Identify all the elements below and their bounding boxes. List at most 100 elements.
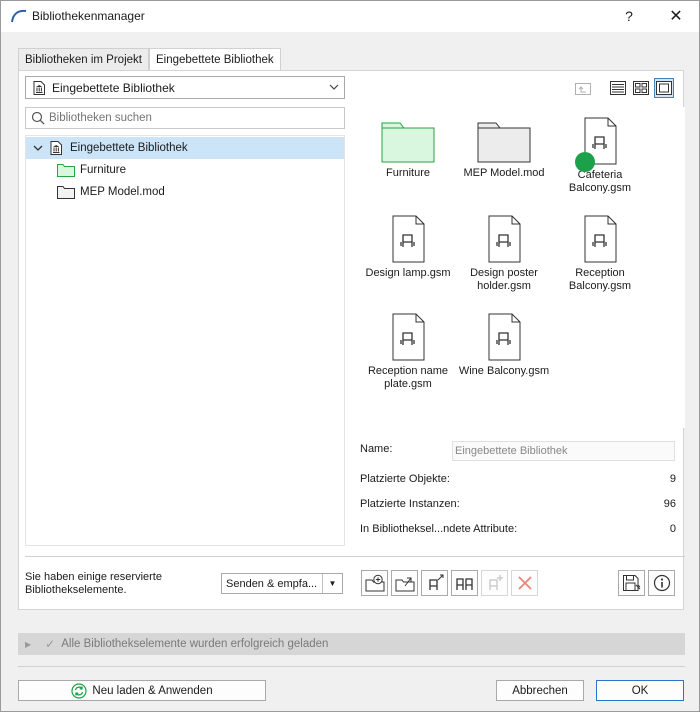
tree-item-embedded-library[interactable]: Eingebettete Bibliothek xyxy=(26,137,344,159)
info-row-placed-instances: Platzierte Instanzen: 96 xyxy=(360,498,680,514)
gsm-file-icon xyxy=(584,215,617,263)
placed-objects-label: Platzierte Objekte: xyxy=(360,473,450,485)
library-building-icon xyxy=(33,80,45,95)
gsm-file-icon xyxy=(488,215,521,263)
library-search-input[interactable] xyxy=(49,112,329,124)
tree-item-furniture[interactable]: Furniture xyxy=(26,159,344,181)
name-field: Eingebettete Bibliothek xyxy=(452,441,675,461)
info-row-attributes: In Bibliotheksel...ndete Attribute: 0 xyxy=(360,523,680,539)
placed-instances-value: 96 xyxy=(663,498,676,510)
reload-apply-button[interactable]: Neu laden & Anwenden xyxy=(18,680,266,701)
archicad-logo-icon xyxy=(11,9,27,23)
status-text: Alle Bibliothekselemente wurden erfolgre… xyxy=(61,638,329,650)
grid-item-reception-balcony[interactable]: Reception Balcony.gsm xyxy=(552,215,648,293)
tab-bar: Bibliotheken im Projekt Eingebettete Bib… xyxy=(18,48,281,71)
tree-item-label: MEP Model.mod xyxy=(80,186,165,198)
grid-item-mep-model[interactable]: MEP Model.mod xyxy=(456,119,552,180)
gsm-file-icon xyxy=(392,215,425,263)
title-bar: Bibliothekenmanager ? ✕ xyxy=(1,1,699,32)
delete-x-icon xyxy=(517,576,532,590)
small-icons-view-button[interactable] xyxy=(631,78,651,98)
library-item-grid: Furniture MEP Model.mod Cafeteria Balcon… xyxy=(360,107,685,428)
chairs-reserve-icon xyxy=(455,578,473,590)
expand-arrow-icon[interactable]: ▶ xyxy=(25,640,31,649)
info-row-name: Name: Eingebettete Bibliothek xyxy=(360,441,680,461)
attributes-value: 0 xyxy=(669,523,676,535)
save-button[interactable] xyxy=(618,570,645,596)
grid-item-label: Design lamp.gsm xyxy=(365,267,451,279)
list-view-button[interactable] xyxy=(608,78,628,98)
delete-button[interactable] xyxy=(511,570,538,596)
grid-item-reception-name-plate[interactable]: Reception name plate.gsm xyxy=(360,313,456,391)
reserved-message-line1: Sie haben einige reservierte xyxy=(25,571,162,583)
folder-green-icon xyxy=(57,164,75,177)
save-icon xyxy=(622,575,640,591)
add-element-button[interactable] xyxy=(481,570,508,596)
reload-icon xyxy=(71,682,87,699)
close-button[interactable]: ✕ xyxy=(661,5,691,27)
release-element-button[interactable] xyxy=(421,570,448,596)
folder-add-icon xyxy=(365,574,384,592)
grid-item-label: Reception name plate.gsm xyxy=(367,365,449,390)
tree-item-label: Eingebettete Bibliothek xyxy=(70,142,188,154)
folder-gray-icon xyxy=(477,122,531,163)
folder-gray-icon xyxy=(57,186,75,199)
reserve-elements-button[interactable] xyxy=(451,570,478,596)
library-select-value: Eingebettete Bibliothek xyxy=(52,80,175,95)
chevron-down-icon xyxy=(329,84,339,90)
help-button[interactable]: ? xyxy=(614,5,644,27)
chair-release-icon xyxy=(428,574,443,590)
grid-item-furniture[interactable]: Furniture xyxy=(360,119,456,180)
tree-item-label: Furniture xyxy=(80,164,127,176)
send-receive-dropdown[interactable]: Senden & empfa... ▼ xyxy=(221,573,343,594)
export-library-button[interactable] xyxy=(391,570,418,596)
status-bar: ▶ ✓ Alle Bibliothekselemente wurden erfo… xyxy=(18,633,685,655)
large-icons-view-button[interactable] xyxy=(654,78,674,98)
search-icon xyxy=(31,111,45,125)
info-icon xyxy=(653,574,670,592)
attributes-label: In Bibliotheksel...ndete Attribute: xyxy=(360,523,518,535)
cancel-button[interactable]: Abbrechen xyxy=(496,680,584,701)
library-select[interactable]: Eingebettete Bibliothek xyxy=(25,76,345,99)
send-receive-label: Senden & empfa... xyxy=(226,577,318,590)
tree-item-mep-model[interactable]: MEP Model.mod xyxy=(26,181,344,203)
small-icons-view-icon xyxy=(633,81,649,95)
grid-item-label: MEP Model.mod xyxy=(463,167,545,179)
ok-button[interactable]: OK xyxy=(596,680,684,701)
grid-item-cafeteria-balcony[interactable]: Cafeteria Balcony.gsm xyxy=(552,117,648,195)
name-label: Name: xyxy=(360,443,393,455)
add-library-button[interactable] xyxy=(361,570,388,596)
folder-export-icon xyxy=(395,577,414,592)
folder-green-icon xyxy=(381,122,435,163)
grid-item-label: Wine Balcony.gsm xyxy=(458,365,550,377)
reserved-elements-message: Sie haben einige reservierte Bibliotheks… xyxy=(25,571,215,597)
grid-item-label: Reception Balcony.gsm xyxy=(568,267,632,292)
dropdown-arrow-icon[interactable]: ▼ xyxy=(322,574,342,593)
library-tree: Eingebettete Bibliothek Furniture MEP Mo… xyxy=(25,135,345,546)
reload-apply-label: Neu laden & Anwenden xyxy=(92,684,213,697)
grid-item-label: Cafeteria Balcony.gsm xyxy=(568,169,632,194)
placed-instances-label: Platzierte Instanzen: xyxy=(360,498,460,510)
reserved-message-line2: Bibliothekselemente. xyxy=(25,584,127,596)
divider xyxy=(18,666,685,667)
gsm-file-icon xyxy=(392,313,425,361)
library-manager-window: Bibliothekenmanager ? ✕ Bibliotheken im … xyxy=(0,0,700,712)
library-search-box[interactable] xyxy=(25,107,345,129)
checkmark-icon: ✓ xyxy=(45,637,56,651)
info-button[interactable] xyxy=(648,570,675,596)
info-row-placed-objects: Platzierte Objekte: 9 xyxy=(360,473,680,489)
folder-up-icon xyxy=(575,83,591,95)
list-view-icon xyxy=(610,81,626,95)
grid-item-wine-balcony[interactable]: Wine Balcony.gsm xyxy=(456,313,552,378)
grid-item-design-lamp[interactable]: Design lamp.gsm xyxy=(360,215,456,280)
divider xyxy=(25,556,685,557)
chevron-down-icon xyxy=(33,145,43,151)
library-building-icon xyxy=(50,141,62,155)
tab-libraries-in-project[interactable]: Bibliotheken im Projekt xyxy=(18,48,149,70)
window-title: Bibliothekenmanager xyxy=(32,9,145,23)
go-up-folder-button[interactable] xyxy=(573,78,593,98)
grid-item-design-poster-holder[interactable]: Design poster holder.gsm xyxy=(456,215,552,293)
tab-embedded-library[interactable]: Eingebettete Bibliothek xyxy=(148,48,281,71)
placed-objects-value: 9 xyxy=(669,473,676,485)
large-icons-view-icon xyxy=(656,81,672,95)
